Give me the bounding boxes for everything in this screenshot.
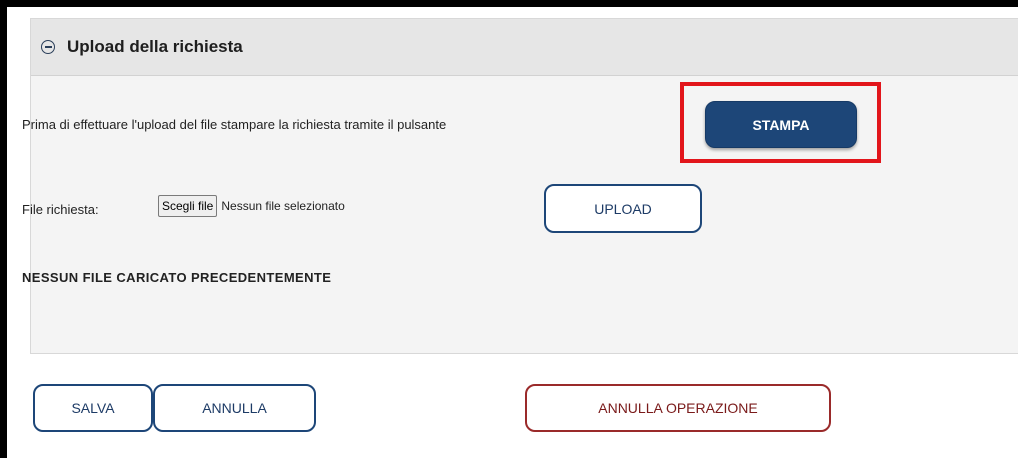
upload-button[interactable]: UPLOAD	[544, 184, 702, 233]
panel-header[interactable]: Upload della richiesta	[31, 19, 1018, 76]
no-file-note: NESSUN FILE CARICATO PRECEDENTEMENTE	[22, 270, 332, 285]
window-frame-top	[0, 0, 1018, 7]
panel-title: Upload della richiesta	[67, 37, 243, 56]
cancel-button[interactable]: ANNULLA	[153, 384, 316, 432]
file-input[interactable]: Scegli file Nessun file selezionato	[158, 195, 345, 217]
upload-panel: Upload della richiesta	[30, 18, 1018, 354]
file-status: Nessun file selezionato	[221, 199, 345, 213]
cancel-operation-button[interactable]: ANNULLA OPERAZIONE	[525, 384, 831, 432]
stampa-button[interactable]: STAMPA	[705, 101, 857, 148]
choose-file-button[interactable]: Scegli file	[158, 195, 218, 217]
minus-circle-icon[interactable]	[41, 40, 55, 54]
save-button[interactable]: SALVA	[33, 384, 153, 432]
window-frame-left	[0, 0, 7, 458]
stampa-hint-text: Prima di effettuare l'upload del file st…	[22, 117, 447, 132]
file-label: File richiesta:	[22, 202, 99, 217]
